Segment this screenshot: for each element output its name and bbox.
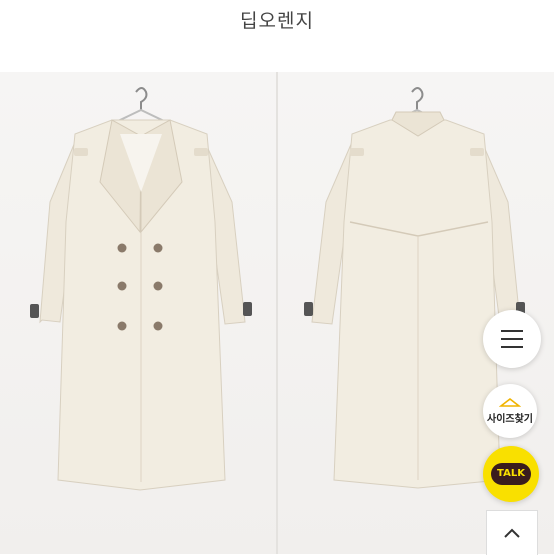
size-finder-button[interactable]: 사이즈찾기 (483, 384, 537, 438)
product-photo (0, 72, 554, 554)
color-option-title: 딥오렌지 (240, 10, 314, 32)
scroll-top-button[interactable] (486, 510, 538, 555)
chevron-up-icon (504, 528, 520, 538)
header-band: 딥오렌지 (0, 0, 554, 72)
kakao-talk-button[interactable]: TALK (483, 446, 539, 502)
menu-button[interactable] (483, 310, 541, 368)
trench-coat-image (30, 72, 525, 554)
hamburger-menu-icon (501, 330, 523, 348)
coat-front-illustration (30, 87, 252, 491)
size-finder-label: 사이즈찾기 (487, 413, 533, 425)
hanger-icon (499, 397, 521, 407)
talk-label: TALK (491, 463, 531, 485)
